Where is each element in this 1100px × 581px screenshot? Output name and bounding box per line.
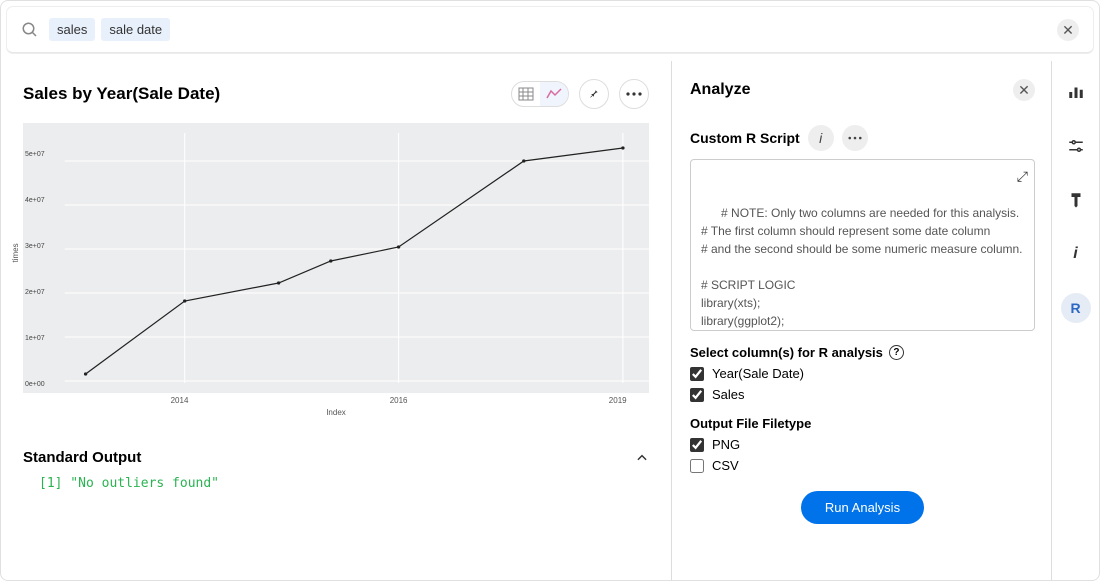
- rail-r-icon[interactable]: R: [1061, 293, 1091, 323]
- chart-title: Sales by Year(Sale Date): [23, 84, 220, 104]
- script-more-button[interactable]: [842, 125, 868, 151]
- run-analysis-button[interactable]: Run Analysis: [801, 491, 924, 524]
- search-clear-button[interactable]: ✕: [1057, 19, 1079, 41]
- search-bar[interactable]: sales sale date ✕: [7, 7, 1093, 53]
- filetype-section-label: Output File Filetype: [690, 416, 1035, 431]
- chart-plot-area: times 0e+00 1e+07 2e+07 3e+07 4e+07 5e+0…: [23, 123, 649, 393]
- analyze-title: Analyze: [690, 81, 750, 99]
- checkbox-sales[interactable]: Sales: [690, 387, 1035, 402]
- columns-section-label: Select column(s) for R analysis ?: [690, 345, 1035, 360]
- chart-panel: Sales by Year(Sale Date): [1, 61, 671, 580]
- rail-sliders-icon[interactable]: [1061, 131, 1091, 161]
- help-icon[interactable]: ?: [889, 345, 904, 360]
- rail-info-icon[interactable]: i: [1061, 239, 1091, 269]
- standard-output-title: Standard Output: [23, 449, 141, 466]
- checkbox-input[interactable]: [690, 388, 704, 402]
- checkbox-png[interactable]: PNG: [690, 437, 1035, 452]
- chart-xlabel: Index: [23, 408, 649, 417]
- right-rail: i R: [1051, 61, 1099, 580]
- checkbox-year-sale-date[interactable]: Year(Sale Date): [690, 366, 1035, 381]
- search-icon: [21, 21, 39, 39]
- chart-view-toggle: [511, 81, 569, 107]
- rail-brush-icon[interactable]: [1061, 185, 1091, 215]
- chart-ylabel: times: [11, 243, 20, 262]
- table-view-button[interactable]: [512, 82, 540, 106]
- checkbox-input[interactable]: [690, 438, 704, 452]
- line-chart-view-button[interactable]: [540, 82, 568, 106]
- checkbox-csv[interactable]: CSV: [690, 458, 1035, 473]
- pin-button[interactable]: [579, 79, 609, 109]
- checkbox-input[interactable]: [690, 459, 704, 473]
- standard-output-body: [1] "No outliers found": [23, 476, 649, 491]
- analyze-close-button[interactable]: ✕: [1013, 79, 1035, 101]
- script-title: Custom R Script: [690, 130, 800, 146]
- standard-output-header[interactable]: Standard Output: [23, 449, 649, 466]
- expand-icon[interactable]: ⤢: [1017, 166, 1028, 187]
- analyze-panel: Analyze ✕ Custom R Script i ⤢ # NOTE: On…: [671, 61, 1051, 580]
- search-token-sales[interactable]: sales: [49, 18, 95, 41]
- more-button[interactable]: [619, 79, 649, 109]
- script-info-button[interactable]: i: [808, 125, 834, 151]
- checkbox-input[interactable]: [690, 367, 704, 381]
- search-token-sale-date[interactable]: sale date: [101, 18, 170, 41]
- script-textarea[interactable]: ⤢ # NOTE: Only two columns are needed fo…: [690, 159, 1035, 331]
- rail-chart-icon[interactable]: [1061, 77, 1091, 107]
- chevron-up-icon: [635, 451, 649, 465]
